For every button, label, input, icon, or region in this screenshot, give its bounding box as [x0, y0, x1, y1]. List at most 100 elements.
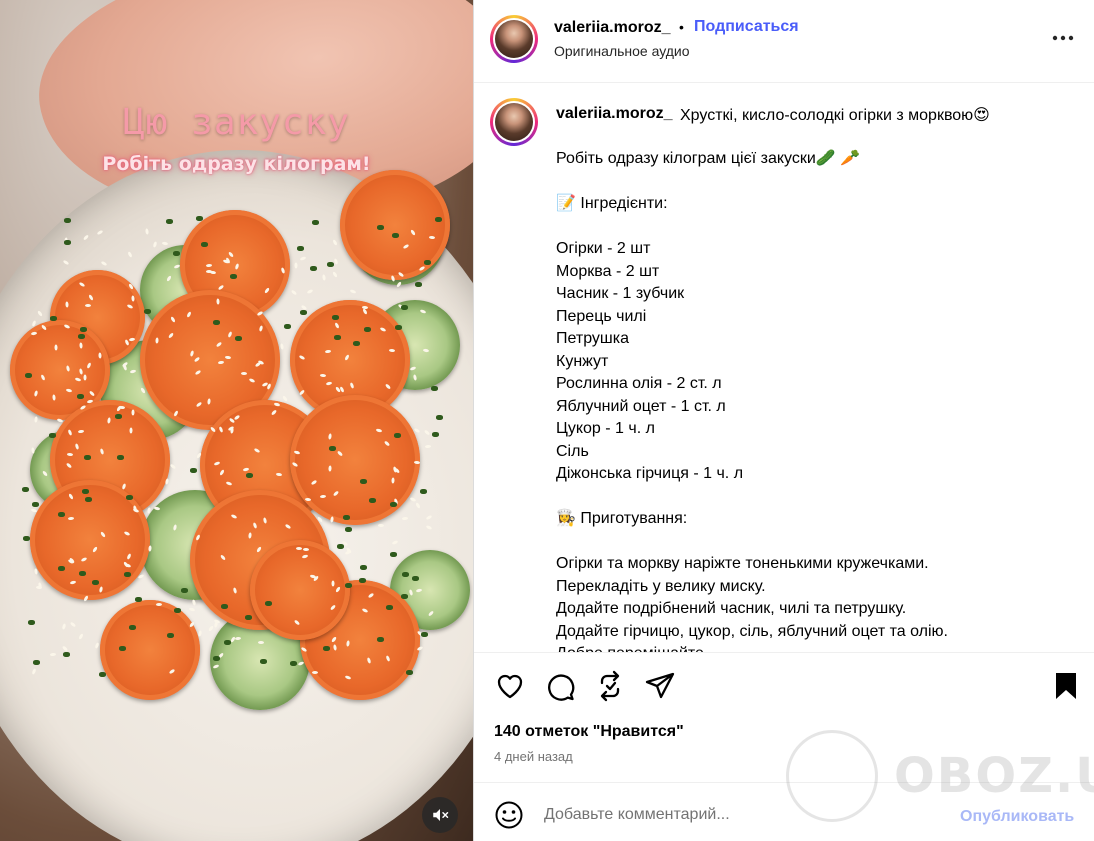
sesame-seed: [165, 478, 170, 486]
parsley-bit: [300, 309, 308, 315]
parsley-bit: [84, 454, 92, 460]
parsley-bit: [337, 544, 345, 550]
sesame-seed: [54, 344, 58, 351]
parsley-bit: [393, 433, 401, 439]
parsley-bit: [48, 433, 56, 439]
repost-icon[interactable]: [594, 670, 626, 702]
parsley-bit: [389, 552, 397, 558]
audio-label[interactable]: Оригинальное аудио: [554, 43, 690, 59]
parsley-bit: [32, 659, 40, 665]
carrot-slice: [290, 395, 420, 525]
sesame-seed: [84, 304, 91, 308]
sesame-seed: [319, 494, 326, 499]
parsley-bit: [212, 320, 220, 326]
caption-line: Огірки - 2 шт: [556, 240, 651, 257]
heart-icon[interactable]: [494, 670, 526, 702]
caption-headline: Хрусткі, кисло-солодкі огірки з морквою😍: [680, 107, 990, 124]
caption-username[interactable]: valeriia.moroz_: [556, 105, 673, 123]
sesame-seed: [241, 371, 248, 375]
post-timestamp[interactable]: 4 дней назад: [494, 749, 573, 764]
caption-line: Перекладіть у велику миску.: [556, 577, 766, 595]
parsley-bit: [377, 636, 385, 642]
parsley-bit: [326, 262, 334, 268]
parsley-bit: [123, 572, 131, 578]
sesame-seed: [294, 262, 298, 269]
video-overlay-subtitle: Робіть одразу кілограм!: [102, 153, 371, 175]
sesame-seed: [414, 502, 421, 509]
caption-line: Діжонська гірчиця - 1 ч. л: [556, 465, 744, 482]
sesame-seed: [37, 310, 44, 318]
bookmark-icon[interactable]: [1050, 670, 1082, 702]
author-username[interactable]: valeriia.moroz_: [554, 19, 671, 37]
caption-line: Перець чилі: [556, 307, 647, 325]
sesame-seed: [31, 668, 37, 676]
parsley-bit: [343, 514, 351, 520]
caption-avatar[interactable]: [490, 98, 538, 146]
parsley-bit: [99, 672, 107, 678]
sesame-seed: [388, 348, 395, 353]
parsley-bit: [400, 594, 408, 600]
sesame-seed: [312, 670, 319, 674]
sesame-seed: [66, 452, 74, 456]
parsley-bit: [284, 323, 292, 329]
parsley-bit: [144, 308, 152, 314]
caption-line: Морква - 2 шт: [556, 262, 660, 280]
sesame-seed: [290, 289, 298, 296]
caption-line: Часник - 1 зубчик: [556, 285, 685, 302]
follow-button[interactable]: Подписаться: [694, 18, 799, 36]
carrot-slice: [340, 170, 450, 280]
caption-line: [556, 216, 1076, 239]
parsley-bit: [264, 600, 272, 606]
share-icon[interactable]: [644, 670, 676, 702]
sesame-seed: [413, 427, 421, 434]
sesame-seed: [70, 621, 77, 628]
parsley-bit: [290, 660, 298, 666]
sesame-seed: [425, 525, 433, 531]
parsley-bit: [91, 579, 99, 585]
sesame-seed: [61, 645, 69, 652]
sesame-seed: [144, 228, 149, 235]
sesame-seed: [188, 607, 195, 613]
caption-line: [556, 486, 1076, 509]
post-media[interactable]: Цю закуску Робіть одразу кілограм!: [0, 0, 473, 841]
caption-line: Сіль: [556, 442, 589, 460]
parsley-bit: [353, 340, 361, 346]
parsley-bit: [395, 324, 403, 330]
comment-input[interactable]: [544, 801, 944, 829]
mute-button[interactable]: [422, 797, 458, 833]
parsley-bit: [389, 501, 397, 507]
comment-icon[interactable]: [544, 670, 576, 702]
action-bar: 140 отметок "Нравится" 4 дней назад: [474, 652, 1094, 782]
parsley-bit: [310, 265, 318, 271]
instagram-post: Цю закуску Робіть одразу кілограм! valer…: [0, 0, 1094, 841]
likes-count[interactable]: 140 отметок "Нравится": [494, 723, 684, 741]
emoji-icon[interactable]: [494, 800, 524, 830]
sesame-seed: [330, 516, 334, 523]
parsley-bit: [406, 669, 414, 675]
sesame-seed: [49, 652, 57, 656]
sesame-seed: [423, 428, 431, 436]
parsley-bit: [360, 479, 368, 485]
caption-line: Яблучний оцет - 1 ст. л: [556, 397, 726, 415]
sesame-seed: [131, 295, 135, 302]
parsley-bit: [436, 415, 444, 421]
parsley-bit: [431, 386, 439, 392]
sesame-seed: [299, 255, 306, 261]
parsley-bit: [166, 218, 174, 224]
sesame-seed: [119, 405, 126, 409]
publish-button[interactable]: Опубликовать: [960, 808, 1074, 826]
sesame-seed: [169, 463, 177, 470]
parsley-bit: [117, 454, 125, 460]
caption-line: Цукор - 1 ч. л: [556, 420, 655, 437]
parsley-bit: [235, 336, 243, 342]
sesame-seed: [349, 289, 357, 295]
parsley-bit: [22, 487, 30, 493]
sesame-seed: [425, 444, 432, 449]
parsley-bit: [125, 494, 133, 500]
parsley-bit: [64, 240, 72, 246]
sesame-seed: [279, 342, 284, 350]
parsley-bit: [245, 473, 253, 479]
more-horizontal-icon[interactable]: [1049, 28, 1077, 48]
sesame-seed: [377, 524, 384, 528]
avatar[interactable]: [490, 15, 538, 63]
